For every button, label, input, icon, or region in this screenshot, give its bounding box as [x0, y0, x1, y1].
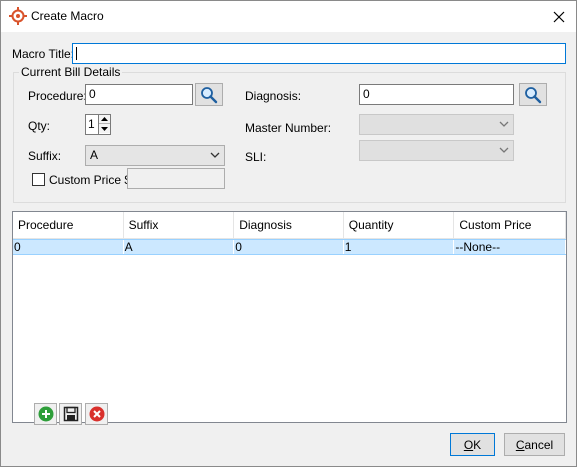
- macro-title-input[interactable]: [72, 43, 566, 64]
- cell-procedure[interactable]: 0: [13, 240, 124, 254]
- cell-custom-price[interactable]: --None--: [454, 240, 566, 254]
- text-caret: [76, 47, 77, 61]
- procedure-input[interactable]: 0: [85, 84, 193, 105]
- macro-items-grid[interactable]: Procedure Suffix Diagnosis Quantity Cust…: [12, 211, 567, 423]
- sli-label: SLI:: [245, 150, 267, 164]
- delete-icon: [89, 406, 104, 422]
- chevron-down-icon: [499, 121, 509, 127]
- app-target-icon: [9, 7, 27, 25]
- qty-label: Qty:: [28, 119, 51, 133]
- cell-diagnosis[interactable]: 0: [234, 240, 344, 254]
- custom-price-input[interactable]: [127, 168, 225, 189]
- custom-price-label: Custom Price $: [49, 173, 132, 187]
- close-icon: [553, 11, 565, 22]
- procedure-search-button[interactable]: [195, 83, 223, 106]
- title-bar: Create Macro: [1, 1, 576, 32]
- search-icon: [525, 86, 542, 103]
- ok-accelerator: O: [463, 437, 474, 452]
- cell-quantity[interactable]: 1: [344, 240, 455, 254]
- column-header-diagnosis[interactable]: Diagnosis: [234, 212, 344, 239]
- column-header-procedure[interactable]: Procedure: [13, 212, 124, 239]
- qty-stepper[interactable]: [98, 114, 111, 135]
- procedure-label: Procedure:: [28, 89, 87, 103]
- create-macro-dialog: Create Macro Macro Title: Current Bill D…: [0, 0, 577, 467]
- delete-row-button[interactable]: [85, 403, 108, 425]
- grid-header: Procedure Suffix Diagnosis Quantity Cust…: [13, 212, 566, 239]
- cancel-accelerator: C: [515, 437, 525, 452]
- column-header-custom-price[interactable]: Custom Price: [454, 212, 566, 239]
- custom-price-checkbox[interactable]: [32, 173, 45, 186]
- add-row-button[interactable]: [34, 403, 57, 425]
- save-row-button[interactable]: [59, 403, 82, 425]
- suffix-value: A: [90, 148, 99, 162]
- macro-title-label: Macro Title:: [12, 47, 75, 61]
- save-icon: [63, 406, 78, 422]
- window-title: Create Macro: [31, 9, 104, 23]
- sli-select[interactable]: [359, 140, 514, 161]
- cancel-button[interactable]: Cancel: [504, 433, 565, 456]
- master-number-select[interactable]: [359, 114, 514, 135]
- diagnosis-input[interactable]: 0: [359, 84, 514, 105]
- cancel-label-rest: ancel: [524, 437, 554, 452]
- ok-button[interactable]: OK: [450, 433, 495, 456]
- column-header-suffix[interactable]: Suffix: [124, 212, 235, 239]
- master-number-label: Master Number:: [245, 121, 332, 135]
- suffix-select[interactable]: A: [85, 145, 225, 166]
- close-button[interactable]: [542, 1, 576, 32]
- ok-label-rest: K: [473, 437, 482, 452]
- group-title: Current Bill Details: [19, 65, 123, 79]
- column-header-quantity[interactable]: Quantity: [344, 212, 455, 239]
- table-row[interactable]: 0 A 0 1 --None--: [13, 239, 566, 255]
- search-icon: [201, 86, 218, 103]
- qty-down-arrow-icon[interactable]: [99, 124, 110, 133]
- qty-input[interactable]: 1: [85, 114, 99, 135]
- qty-up-arrow-icon[interactable]: [99, 115, 110, 124]
- add-icon: [38, 406, 53, 422]
- diagnosis-label: Diagnosis:: [245, 89, 302, 103]
- suffix-label: Suffix:: [28, 149, 62, 163]
- diagnosis-search-button[interactable]: [519, 83, 547, 106]
- chevron-down-icon: [499, 147, 509, 153]
- cell-suffix[interactable]: A: [124, 240, 235, 254]
- chevron-down-icon: [210, 152, 220, 158]
